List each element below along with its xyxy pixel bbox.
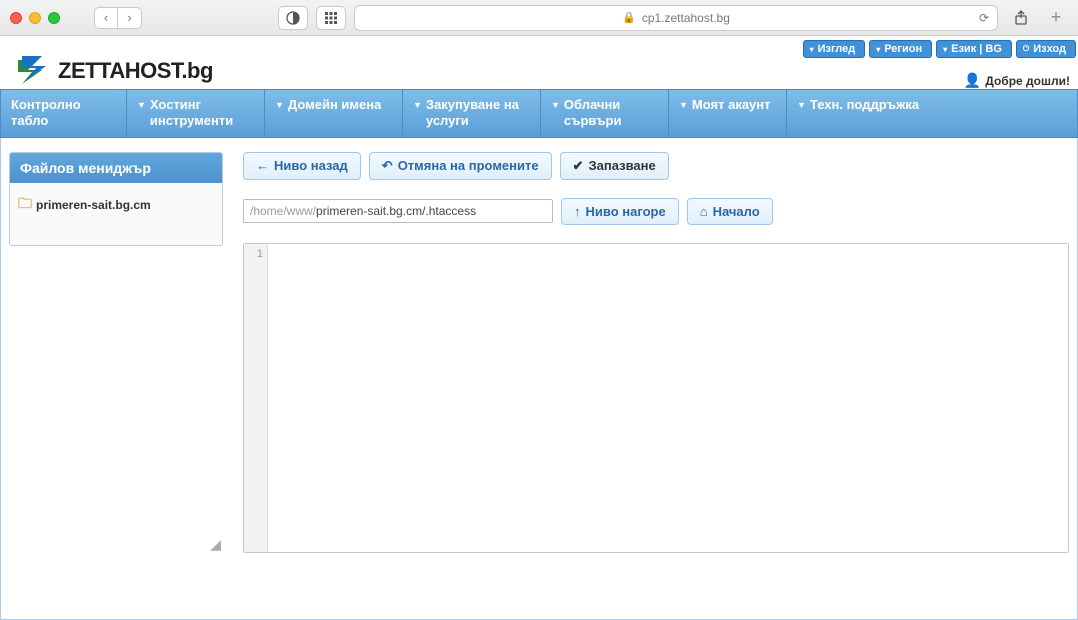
button-label: Отмяна на промените (398, 158, 539, 173)
minimize-window-icon[interactable] (29, 12, 41, 24)
tree-item-label: primeren-sait.bg.cm (36, 198, 151, 212)
nav-dashboard[interactable]: Контролно табло (1, 90, 127, 137)
nav-label: Облачни сървъри (564, 97, 658, 130)
zoom-window-icon[interactable] (48, 12, 60, 24)
reader-icon[interactable] (278, 6, 308, 30)
nav-label: Техн. поддръжка (810, 97, 919, 113)
exit-button[interactable]: ⏻ Изход (1016, 40, 1076, 58)
undo-icon: ↶ (382, 158, 393, 174)
apps-icon[interactable] (316, 6, 346, 30)
path-input[interactable]: /home/www/primeren-sait.bg.cm/.htaccess (243, 199, 553, 223)
button-label: Запазване (589, 158, 656, 173)
arrow-left-icon: ← (256, 158, 269, 173)
chevron-down-icon: ▼ (797, 97, 806, 111)
back-button[interactable]: ← Ниво назад (243, 152, 361, 180)
window-controls (10, 12, 60, 24)
editor-gutter: 1 (244, 244, 268, 552)
browser-toolbar: ‹ › 🔒 cp1.zettahost.bg ⟳ + (0, 0, 1078, 36)
logo-icon (14, 54, 48, 88)
reload-icon[interactable]: ⟳ (979, 11, 989, 25)
chevron-down-icon: ▾ (876, 45, 880, 54)
chevron-down-icon: ▼ (679, 97, 688, 111)
chevron-down-icon: ▼ (275, 97, 284, 111)
main-nav: Контролно табло ▼ Хостинг инструменти ▼ До… (0, 89, 1078, 138)
resize-handle-icon[interactable]: ◢ (9, 536, 223, 553)
nav-domains[interactable]: ▼ Домейн имена (265, 90, 403, 137)
arrow-up-icon: ↑ (574, 204, 581, 219)
user-icon: 👤 (964, 72, 981, 89)
language-button[interactable]: ▾ Език | BG (936, 40, 1012, 58)
path-tail: primeren-sait.bg.cm/.htaccess (316, 204, 476, 218)
tree-item[interactable]: 🗀 primeren-sait.bg.cm (18, 193, 214, 217)
power-icon: ⏻ (1023, 44, 1029, 54)
chevron-down-icon: ▼ (137, 97, 146, 111)
button-label: Ниво назад (274, 158, 348, 173)
home-icon: ⌂ (700, 204, 708, 219)
nav-label: Хостинг инструменти (150, 97, 254, 130)
browser-url-bar[interactable]: 🔒 cp1.zettahost.bg ⟳ (354, 5, 998, 31)
chevron-down-icon: ▾ (943, 45, 947, 54)
button-label: Начало (713, 204, 760, 219)
file-manager-panel: Файлов мениджър 🗀 primeren-sait.bg.cm (9, 152, 223, 246)
logo-text: ZETTAHOST.bg (58, 58, 213, 84)
nav-label: Моят акаунт (692, 97, 771, 113)
home-button[interactable]: ⌂ Начало (687, 198, 773, 225)
view-label: Изглед (818, 43, 856, 55)
nav-label: Контролно табло (11, 97, 116, 130)
nav-label: Закупуване на услуги (426, 97, 530, 130)
chevron-down-icon: ▾ (810, 45, 814, 54)
panel-title: Файлов мениджър (10, 153, 222, 183)
nav-services[interactable]: ▼ Закупуване на услуги (403, 90, 541, 137)
check-icon: ✔ (573, 158, 584, 174)
nav-cloud[interactable]: ▼ Облачни сървъри (541, 90, 669, 137)
save-button[interactable]: ✔ Запазване (560, 152, 669, 180)
exit-label: Изход (1033, 43, 1066, 55)
region-label: Регион (884, 43, 922, 55)
nav-hosting[interactable]: ▼ Хостинг инструменти (127, 90, 265, 137)
region-button[interactable]: ▾ Регион (869, 40, 932, 58)
browser-url-text: cp1.zettahost.bg (642, 11, 730, 25)
chevron-down-icon: ▼ (413, 97, 422, 111)
logo[interactable]: ZETTAHOST.bg (14, 40, 213, 88)
close-window-icon[interactable] (10, 12, 22, 24)
level-up-button[interactable]: ↑ Ниво нагоре (561, 198, 679, 225)
welcome-label: Добре дошли! (985, 74, 1070, 88)
nav-account[interactable]: ▼ Моят акаунт (669, 90, 787, 137)
language-label: Език | BG (951, 43, 1002, 55)
share-icon[interactable] (1006, 6, 1036, 30)
nav-label: Домейн имена (288, 97, 381, 113)
code-editor[interactable]: 1 (243, 243, 1069, 553)
chevron-down-icon: ▼ (551, 97, 560, 111)
lock-icon: 🔒 (622, 11, 636, 24)
path-prefix: /home/www/ (250, 204, 316, 218)
browser-back-button[interactable]: ‹ (94, 7, 118, 29)
nav-support[interactable]: ▼ Техн. поддръжка (787, 90, 1077, 137)
welcome-text: 👤 Добре дошли! (964, 72, 1076, 89)
editor-content[interactable] (268, 244, 1068, 552)
folder-icon: 🗀 (18, 193, 32, 217)
line-number: 1 (244, 248, 263, 260)
new-tab-button[interactable]: + (1044, 6, 1068, 30)
revert-button[interactable]: ↶ Отмяна на промените (369, 152, 552, 180)
view-button[interactable]: ▾ Изглед (803, 40, 866, 58)
button-label: Ниво нагоре (586, 204, 666, 219)
browser-forward-button[interactable]: › (118, 7, 142, 29)
